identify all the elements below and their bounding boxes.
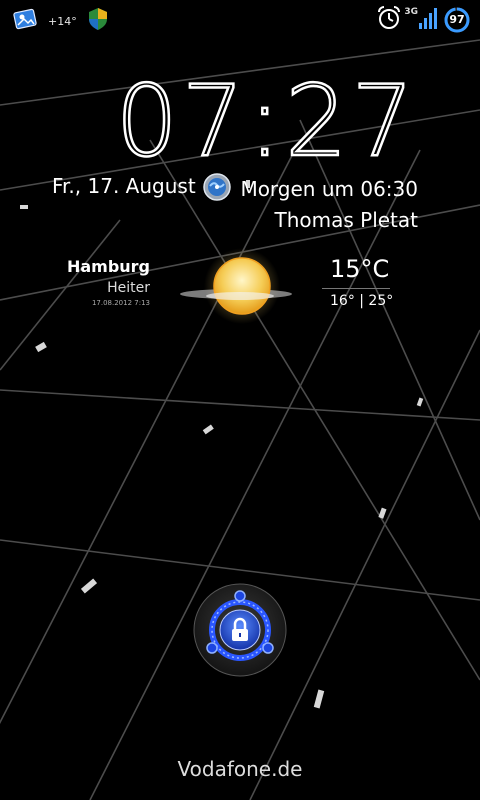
weather-temperature: 15°C — [330, 255, 390, 283]
alarm-text: Morgen um 06:30 — [240, 177, 418, 201]
status-bar: +14° 3G 97 — [0, 0, 480, 38]
network-type: 3G — [404, 7, 418, 17]
owner-name: Thomas Pletat — [274, 208, 418, 232]
status-right: 3G 97 — [376, 5, 470, 35]
status-left: +14° — [12, 6, 109, 36]
lockscreen-date: Fr., 17. August — [52, 174, 196, 198]
photo-icon[interactable] — [12, 6, 38, 36]
unlock-button[interactable] — [192, 582, 288, 682]
sun-icon — [176, 248, 296, 332]
signal-bars-icon — [418, 6, 438, 34]
carrier-label: Vodafone.de — [177, 757, 303, 781]
battery-icon: 97 — [444, 7, 470, 33]
alarm-globe-icon — [202, 172, 232, 206]
shield-icon[interactable] — [87, 7, 109, 35]
weather-divider — [322, 288, 390, 289]
lockscreen-clock: 07:27 — [114, 65, 418, 179]
weather-city: Hamburg — [66, 257, 150, 276]
battery-level: 97 — [449, 13, 465, 26]
weather-range: 16° | 25° — [330, 293, 394, 309]
next-alarm: Morgen um 06:30 — [202, 172, 418, 206]
status-temperature: +14° — [48, 14, 77, 28]
weather-updated: 17.08.2012 7:13 — [91, 299, 150, 307]
weather-condition: Heiter — [107, 280, 150, 296]
alarm-clock-icon — [376, 5, 402, 35]
